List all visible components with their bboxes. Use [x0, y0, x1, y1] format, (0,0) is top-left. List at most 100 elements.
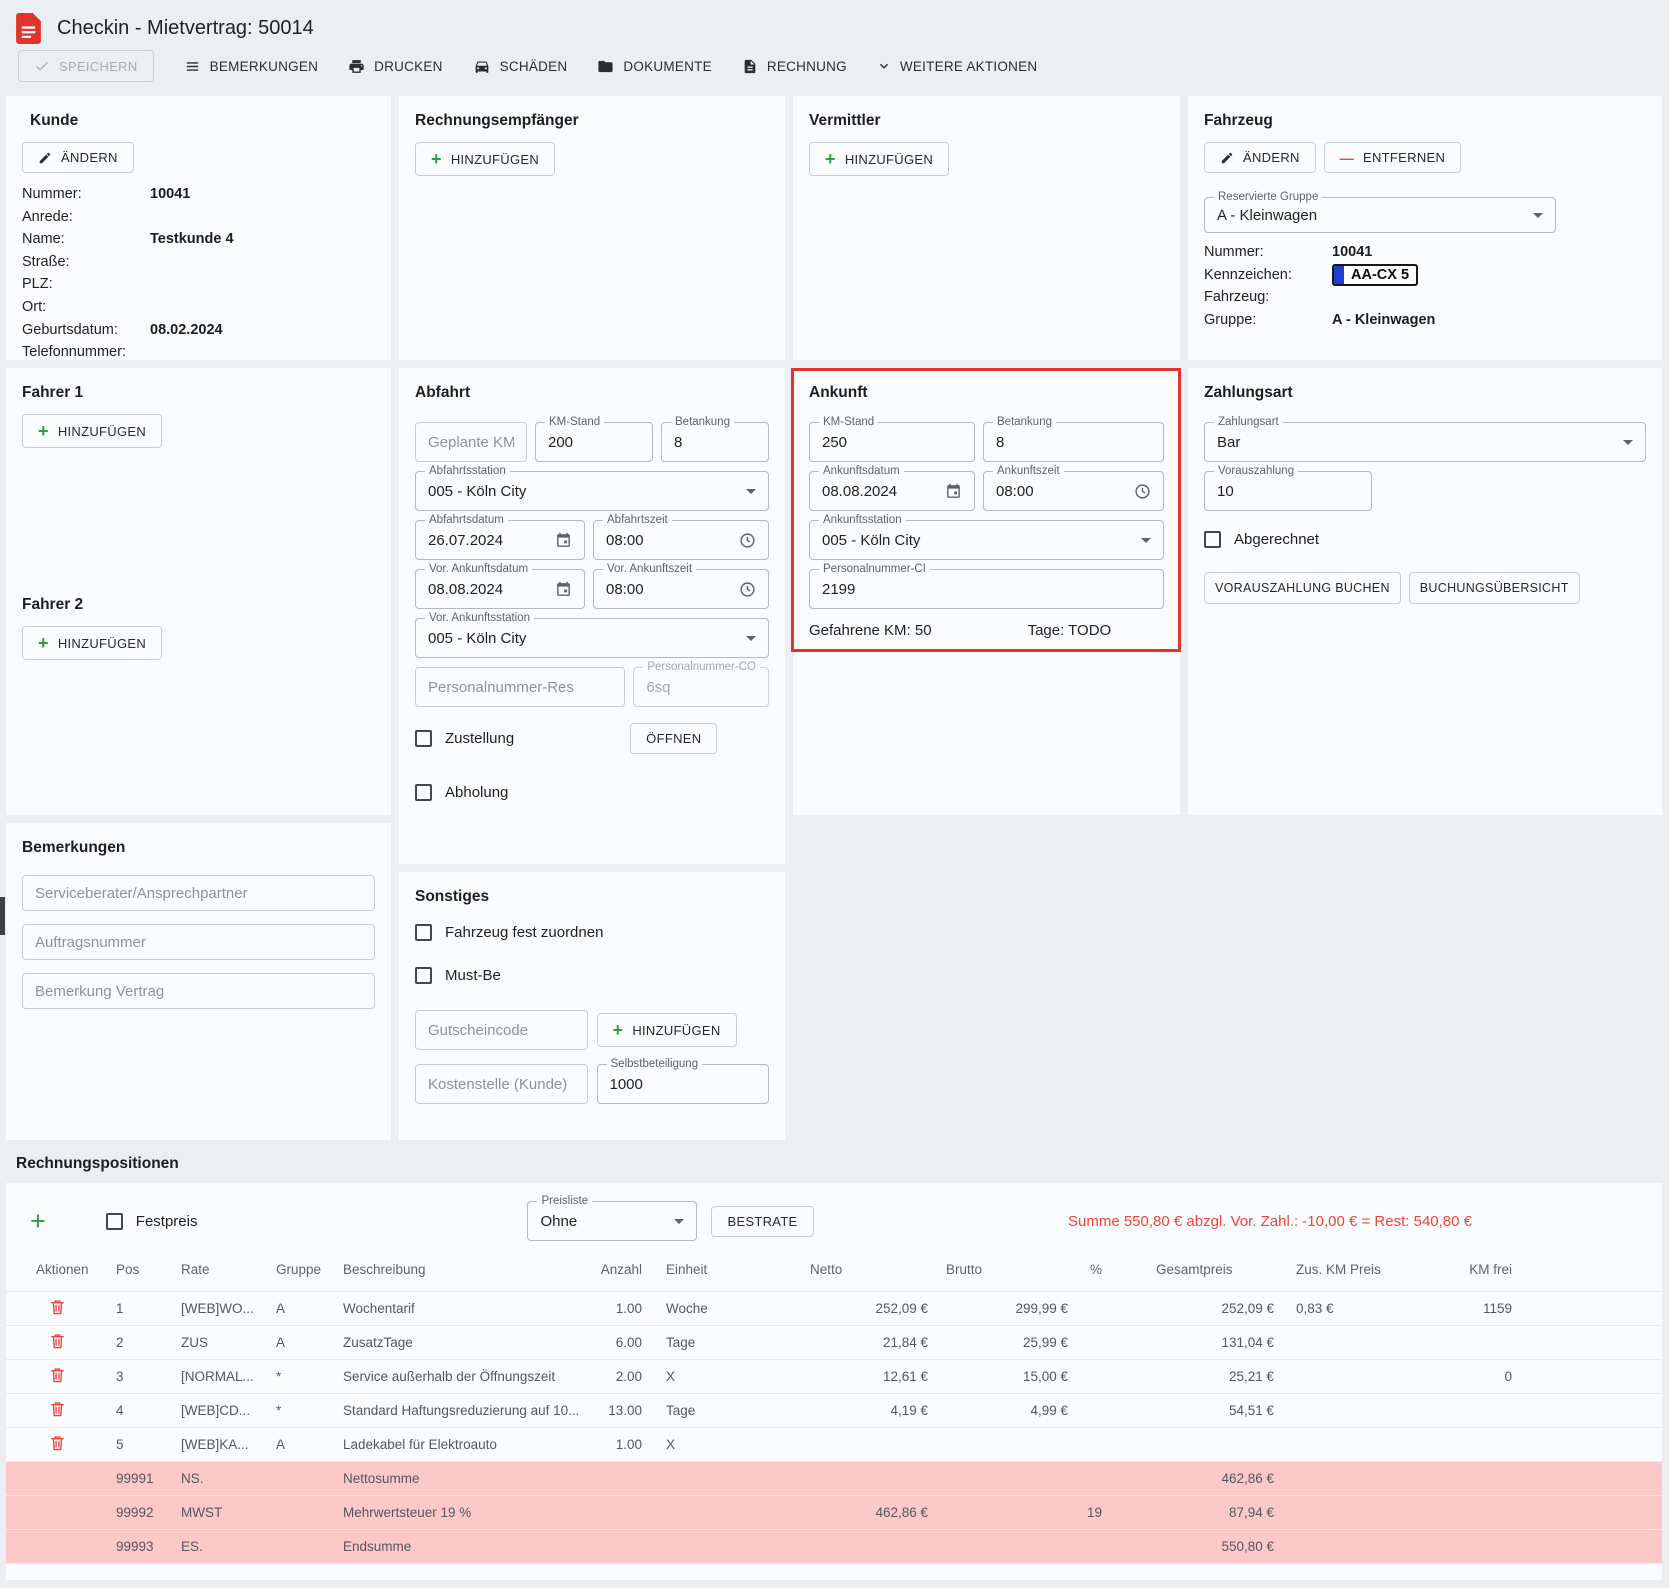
delete-row-icon[interactable]	[50, 1298, 65, 1316]
column-header: Beschreibung	[326, 1249, 580, 1291]
ankunft-km-stand-input[interactable]: KM-Stand250	[809, 422, 975, 462]
cell-km_frei: 0	[1466, 1359, 1662, 1393]
kunde-aendern-button[interactable]: ÄNDERN	[22, 142, 134, 173]
cell-gesamt: 131,04 €	[1110, 1325, 1276, 1359]
weitere-aktionen-button[interactable]: WEITERE AKTIONEN	[877, 55, 1038, 78]
info-row: Name:Testkunde 4	[22, 228, 375, 251]
gutscheincode-input[interactable]: Gutscheincode	[415, 1010, 588, 1050]
cell-pct	[1070, 1461, 1110, 1495]
tage-text: Tage: TODO	[1028, 622, 1112, 639]
cell-pct: 19	[1070, 1495, 1110, 1529]
gutschein-hinzufuegen-button[interactable]: + HINZUFÜGEN	[597, 1013, 737, 1047]
column-header: Aktionen	[6, 1249, 101, 1291]
cell-brutto: 15,00 €	[930, 1359, 1070, 1393]
drucken-button[interactable]: DRUCKEN	[348, 54, 443, 79]
invoice-summary-row: 99993ES.Endsumme550,80 €	[6, 1529, 1662, 1563]
ankunftszeit-input[interactable]: Ankunftszeit08:00	[983, 471, 1164, 511]
save-button[interactable]: SPEICHERN	[18, 50, 154, 82]
fahrzeug-aendern-button[interactable]: ÄNDERN	[1204, 142, 1316, 173]
kostenstelle-input[interactable]: Kostenstelle (Kunde)	[415, 1064, 588, 1104]
vor-ankunftsstation-select[interactable]: Vor. Ankunftsstation005 - Köln City	[415, 618, 769, 658]
reservierte-gruppe-select[interactable]: Reservierte Gruppe A - Kleinwagen	[1204, 197, 1556, 233]
abfahrt-km-stand-input[interactable]: KM-Stand200	[535, 422, 653, 462]
zustellung-checkbox[interactable]	[415, 730, 432, 747]
fahrer-panel: Fahrer 1 + HINZUFÜGEN Fahrer 2 + HINZUFÜ…	[6, 368, 391, 815]
schaeden-button[interactable]: SCHÄDEN	[473, 54, 568, 79]
delete-row-icon[interactable]	[50, 1434, 65, 1452]
auftragsnummer-input[interactable]: Auftragsnummer	[22, 924, 375, 960]
cell-anzahl: 1.00	[580, 1291, 650, 1325]
abfahrt-betankung-input[interactable]: Betankung8	[661, 422, 769, 462]
clock-icon[interactable]	[1134, 483, 1151, 500]
abholung-checkbox[interactable]	[415, 784, 432, 801]
oeffnen-button[interactable]: ÖFFNEN	[630, 723, 717, 754]
bemerkungen-title: Bemerkungen	[22, 839, 375, 857]
fahrer2-hinzufuegen-button[interactable]: + HINZUFÜGEN	[22, 626, 162, 660]
cell-einheit: X	[650, 1359, 770, 1393]
vor-ankunftsdatum-input[interactable]: Vor. Ankunftsdatum08.08.2024	[415, 569, 585, 609]
buchungsuebersicht-button[interactable]: BUCHUNGSÜBERSICHT	[1409, 572, 1580, 604]
cell-anzahl: 13.00	[580, 1393, 650, 1427]
bemerkung-vertrag-input[interactable]: Bemerkung Vertrag	[22, 973, 375, 1009]
calendar-icon[interactable]	[555, 532, 572, 549]
clock-icon[interactable]	[739, 532, 756, 549]
cell-rate: ES.	[166, 1529, 261, 1563]
abfahrtszeit-input[interactable]: Abfahrtszeit08:00	[593, 520, 769, 560]
ankunft-betankung-input[interactable]: Betankung8	[983, 422, 1164, 462]
geplante-km-input[interactable]: Geplante KM	[415, 422, 527, 462]
fahrer1-hinzufuegen-button[interactable]: + HINZUFÜGEN	[22, 414, 162, 448]
column-header: %	[1070, 1249, 1110, 1291]
sonstiges-title: Sonstiges	[415, 888, 769, 906]
serviceberater-input[interactable]: Serviceberater/Ansprechpartner	[22, 875, 375, 911]
festpreis-checkbox[interactable]	[106, 1213, 123, 1230]
invoice-card: + Festpreis Preisliste Ohne BESTRATE Sum…	[6, 1183, 1662, 1580]
invoice-row: 4[WEB]CD...*Standard Haftungsreduzierung…	[6, 1393, 1662, 1427]
invoice-row: 3[NORMAL...*Service außerhalb der Öffnun…	[6, 1359, 1662, 1393]
column-header: Zus. KM Preis	[1276, 1249, 1466, 1291]
ankunftsdatum-input[interactable]: Ankunftsdatum08.08.2024	[809, 471, 975, 511]
personalnummer-res-input[interactable]: Personalnummer-Res	[415, 667, 625, 707]
vorauszahlung-input[interactable]: Vorauszahlung10	[1204, 471, 1372, 511]
bestrate-button[interactable]: BESTRATE	[711, 1206, 813, 1237]
cell-gesamt: 462,86 €	[1110, 1461, 1276, 1495]
info-row: Ort:	[22, 296, 375, 319]
page-title: Checkin - Mietvertrag: 50014	[57, 17, 314, 40]
abfahrtsdatum-input[interactable]: Abfahrtsdatum26.07.2024	[415, 520, 585, 560]
ankunft-title: Ankunft	[809, 384, 1164, 402]
vermittler-hinzufuegen-button[interactable]: + HINZUFÜGEN	[809, 142, 949, 176]
bemerkungen-button[interactable]: BEMERKUNGEN	[184, 54, 319, 79]
column-header: Rate	[166, 1249, 261, 1291]
column-header: Gruppe	[261, 1249, 326, 1291]
zahlungsart-select[interactable]: ZahlungsartBar	[1204, 422, 1646, 462]
vor-ankunftszeit-input[interactable]: Vor. Ankunftszeit08:00	[593, 569, 769, 609]
ankunftsstation-select[interactable]: Ankunftsstation005 - Köln City	[809, 520, 1164, 560]
must-be-checkbox[interactable]	[415, 967, 432, 984]
add-position-button[interactable]: +	[30, 1211, 46, 1231]
preisliste-select[interactable]: Preisliste Ohne	[527, 1201, 697, 1241]
calendar-icon[interactable]	[555, 581, 572, 598]
delete-row-icon[interactable]	[50, 1332, 65, 1350]
selbstbeteiligung-input[interactable]: Selbstbeteiligung1000	[597, 1064, 770, 1104]
dokumente-button[interactable]: DOKUMENTE	[597, 54, 712, 79]
delete-row-icon[interactable]	[50, 1366, 65, 1384]
delete-row-icon[interactable]	[50, 1400, 65, 1418]
fahrzeug-entfernen-button[interactable]: — ENTFERNEN	[1324, 142, 1461, 173]
cell-pos: 4	[101, 1393, 166, 1427]
cell-gesamt: 550,80 €	[1110, 1529, 1276, 1563]
fahrzeug-fest-zuordnen-checkbox[interactable]	[415, 924, 432, 941]
personalnummer-ci-input[interactable]: Personalnummer-CI2199	[809, 569, 1164, 609]
calendar-icon[interactable]	[945, 483, 962, 500]
cell-brutto	[930, 1495, 1070, 1529]
cell-zus_km	[1276, 1393, 1466, 1427]
vorauszahlung-buchen-button[interactable]: VORAUSZAHLUNG BUCHEN	[1204, 572, 1401, 604]
abgerechnet-checkbox[interactable]	[1204, 531, 1221, 548]
cell-beschreibung: Service außerhalb der Öffnungszeit	[326, 1359, 580, 1393]
cell-km_frei	[1466, 1427, 1662, 1461]
clock-icon[interactable]	[739, 581, 756, 598]
rechnung-button[interactable]: RECHNUNG	[742, 54, 847, 79]
rechnungsempfaenger-hinzufuegen-button[interactable]: + HINZUFÜGEN	[415, 142, 555, 176]
info-row: PLZ:	[22, 273, 375, 296]
abfahrtsstation-select[interactable]: Abfahrtsstation005 - Köln City	[415, 471, 769, 511]
invoice-summary-row: 99991NS.Nettosumme462,86 €	[6, 1461, 1662, 1495]
fahrer2-title: Fahrer 2	[22, 596, 375, 614]
